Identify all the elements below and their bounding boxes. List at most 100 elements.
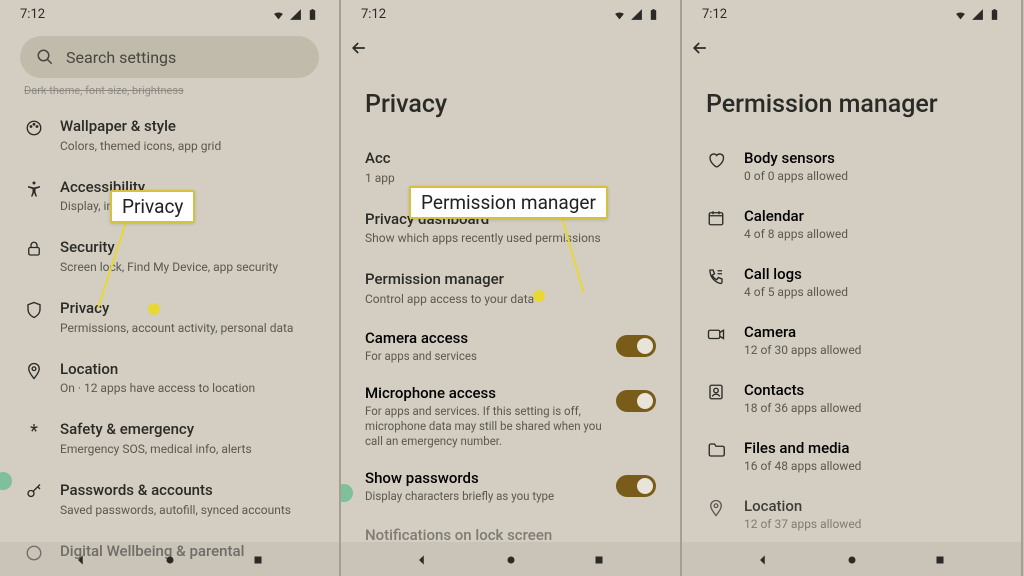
callout-dot	[533, 290, 545, 302]
perm-body-sensors[interactable]: Body sensors 0 of 0 apps allowed	[698, 137, 1005, 195]
item-title: Acc	[365, 149, 656, 169]
status-bar: 7:12	[682, 0, 1021, 28]
signal-icon	[630, 8, 643, 21]
back-button[interactable]	[349, 38, 369, 62]
battery-icon	[988, 8, 1001, 21]
privacy-screen: 7:12 Privacy Acc1 app Privacy dashboardS…	[341, 0, 682, 576]
switch-on[interactable]	[616, 390, 656, 412]
item-sub: Emergency SOS, medical info, alerts	[60, 441, 315, 457]
perm-contacts[interactable]: Contacts 18 of 36 apps allowed	[698, 369, 1005, 427]
location-icon	[706, 499, 726, 517]
item-sub: 4 of 8 apps allowed	[744, 227, 848, 241]
settings-item-passwords[interactable]: Passwords & accountsSaved passwords, aut…	[16, 469, 323, 530]
nav-back[interactable]	[74, 552, 88, 566]
settings-item-location[interactable]: LocationOn · 12 apps have access to loca…	[16, 348, 323, 409]
contacts-icon	[706, 383, 726, 401]
item-sub: 16 of 48 apps allowed	[744, 459, 861, 473]
item-sub: 18 of 36 apps allowed	[744, 401, 861, 415]
accessibility-icon	[24, 180, 44, 198]
clock: 7:12	[20, 7, 45, 22]
settings-item-wallpaper[interactable]: Wallpaper & styleColors, themed icons, a…	[16, 105, 323, 166]
back-button[interactable]	[690, 38, 710, 62]
item-title: Location	[744, 497, 861, 515]
settings-screen: 7:12 Search settings Dark theme, font si…	[0, 0, 341, 576]
permission-manager-screen: 7:12 Permission manager Body sensors 0 of…	[682, 0, 1023, 576]
signal-icon	[289, 8, 302, 21]
item-title: Wallpaper & style	[60, 117, 315, 137]
settings-item-security[interactable]: SecurityScreen lock, Find My Device, app…	[16, 226, 323, 287]
item-title: Permission manager	[365, 270, 656, 290]
item-title: Body sensors	[744, 149, 848, 167]
item-title: Passwords & accounts	[60, 481, 315, 501]
page-title: Permission manager	[698, 72, 1005, 137]
item-sub: 12 of 37 apps allowed	[744, 517, 861, 531]
item-title: Safety & emergency	[60, 420, 315, 440]
item-sub: 0 of 0 apps allowed	[744, 169, 848, 183]
toggle-microphone[interactable]: Microphone accessFor apps and services. …	[357, 374, 664, 459]
heart-icon	[706, 151, 726, 169]
calendar-icon	[706, 209, 726, 227]
item-title: Security	[60, 238, 315, 258]
clock: 7:12	[702, 7, 727, 22]
nav-bar	[682, 542, 1021, 576]
nav-home[interactable]	[163, 552, 177, 566]
toggle-show-passwords[interactable]: Show passwords Display characters briefly…	[357, 459, 664, 514]
item-sub: Saved passwords, autofill, synced accoun…	[60, 502, 315, 518]
nav-recent[interactable]	[933, 552, 947, 566]
wifi-icon	[613, 8, 626, 21]
item-title: Files and media	[744, 439, 861, 457]
perm-files[interactable]: Files and media 16 of 48 apps allowed	[698, 427, 1005, 485]
wifi-icon	[954, 8, 967, 21]
nav-back[interactable]	[756, 552, 770, 566]
item-title: Calendar	[744, 207, 848, 225]
callout-dot	[148, 303, 160, 315]
status-icons	[272, 8, 319, 21]
item-sub: 4 of 5 apps allowed	[744, 285, 848, 299]
item-title: Camera	[744, 323, 861, 341]
item-title: Call logs	[744, 265, 848, 283]
item-sub: Permissions, account activity, personal …	[60, 320, 315, 336]
switch-on[interactable]	[616, 335, 656, 357]
item-sub: 1 app	[365, 170, 656, 186]
toggle-sub: For apps and services. If this setting i…	[365, 404, 606, 449]
privacy-item-permission-manager[interactable]: Permission managerControl app access to …	[357, 258, 664, 319]
item-sub: Screen lock, Find My Device, app securit…	[60, 259, 315, 275]
switch-on[interactable]	[616, 475, 656, 497]
key-icon	[24, 483, 44, 501]
battery-icon	[647, 8, 660, 21]
perm-call-logs[interactable]: Call logs 4 of 5 apps allowed	[698, 253, 1005, 311]
nav-back[interactable]	[415, 552, 429, 566]
status-icons	[613, 8, 660, 21]
toggle-title: Show passwords	[365, 469, 606, 487]
status-icons	[954, 8, 1001, 21]
status-bar: 7:12	[0, 0, 339, 28]
nav-bar	[0, 542, 339, 576]
phone-list-icon	[706, 267, 726, 285]
nav-recent[interactable]	[251, 552, 265, 566]
perm-camera[interactable]: Camera 12 of 30 apps allowed	[698, 311, 1005, 369]
item-sub: On · 12 apps have access to location	[60, 380, 315, 396]
search-placeholder: Search settings	[66, 48, 176, 67]
status-bar: 7:12	[341, 0, 680, 28]
item-title: Contacts	[744, 381, 861, 399]
settings-item-safety[interactable]: * Safety & emergencyEmergency SOS, medic…	[16, 408, 323, 469]
toggle-sub: For apps and services	[365, 349, 606, 364]
item-sub: 12 of 30 apps allowed	[744, 343, 861, 357]
palette-icon	[24, 119, 44, 137]
callout-privacy: Privacy	[110, 190, 195, 223]
wifi-icon	[272, 8, 285, 21]
perm-calendar[interactable]: Calendar 4 of 8 apps allowed	[698, 195, 1005, 253]
toggle-camera[interactable]: Camera accessFor apps and services	[357, 319, 664, 374]
nav-home[interactable]	[845, 552, 859, 566]
perm-location[interactable]: Location 12 of 37 apps allowed	[698, 485, 1005, 543]
page-title: Privacy	[357, 72, 664, 137]
toggle-sub: Display characters briefly as you type	[365, 489, 606, 504]
search-input[interactable]: Search settings	[20, 36, 319, 78]
nav-home[interactable]	[504, 552, 518, 566]
lock-icon	[24, 240, 44, 258]
settings-item-privacy[interactable]: PrivacyPermissions, account activity, pe…	[16, 287, 323, 348]
item-sub: Colors, themed icons, app grid	[60, 138, 315, 154]
shield-icon	[24, 301, 44, 319]
camera-icon	[706, 325, 726, 343]
nav-recent[interactable]	[592, 552, 606, 566]
